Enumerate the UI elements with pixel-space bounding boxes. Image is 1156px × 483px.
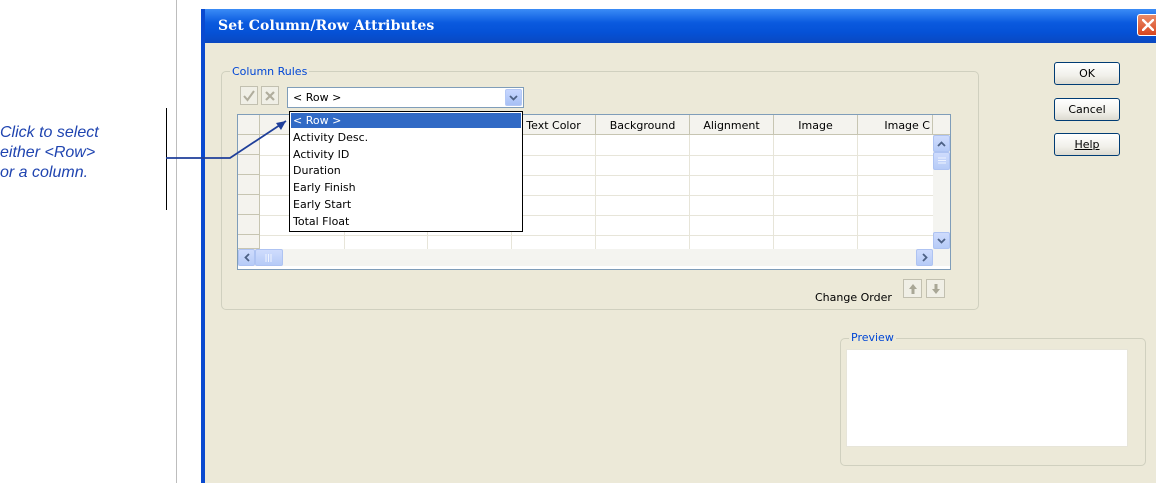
chevron-down-icon bbox=[937, 237, 946, 244]
scroll-thumb-horizontal[interactable] bbox=[255, 249, 283, 266]
selector-dropdown-button[interactable] bbox=[505, 89, 522, 106]
preview-area bbox=[846, 349, 1128, 447]
selector-dropdown-list[interactable]: < Row > Activity Desc. Activity ID Durat… bbox=[289, 111, 523, 232]
ok-button[interactable]: OK bbox=[1054, 62, 1120, 85]
grid-line bbox=[689, 135, 690, 249]
dropdown-option-duration[interactable]: Duration bbox=[291, 163, 521, 178]
column-header-image[interactable]: Image bbox=[774, 115, 858, 135]
title-bar: Set Column/Row Attributes bbox=[205, 9, 1156, 43]
grid-line bbox=[260, 235, 933, 236]
chevron-right-icon bbox=[921, 253, 928, 262]
row-column-selector[interactable]: < Row > bbox=[287, 87, 524, 108]
column-header-alignment[interactable]: Alignment bbox=[690, 115, 774, 135]
chevron-up-icon bbox=[937, 140, 946, 147]
cancel-button[interactable]: Cancel bbox=[1054, 98, 1120, 121]
preview-label: Preview bbox=[849, 331, 896, 344]
horizontal-scrollbar[interactable] bbox=[238, 249, 950, 266]
grip-icon bbox=[937, 157, 946, 164]
arrow-up-icon bbox=[908, 283, 917, 294]
arrow-down-icon bbox=[931, 283, 940, 294]
close-button[interactable] bbox=[1137, 14, 1156, 36]
dropdown-option-early-finish[interactable]: Early Finish bbox=[291, 180, 521, 195]
scroll-left-button[interactable] bbox=[238, 249, 255, 266]
move-down-button[interactable] bbox=[926, 279, 945, 298]
help-button[interactable]: Help bbox=[1054, 133, 1120, 156]
grid-line bbox=[595, 135, 596, 249]
grid-line bbox=[857, 135, 858, 249]
dropdown-option-row[interactable]: < Row > bbox=[291, 113, 521, 128]
dropdown-option-activity-desc[interactable]: Activity Desc. bbox=[291, 130, 521, 145]
scroll-right-button[interactable] bbox=[916, 249, 933, 266]
column-header-text-color[interactable]: Text Color bbox=[512, 115, 596, 135]
scroll-up-button[interactable] bbox=[933, 135, 950, 152]
callout-leader-line bbox=[166, 120, 287, 159]
dropdown-option-total-float[interactable]: Total Float bbox=[291, 214, 521, 229]
chevron-left-icon bbox=[243, 253, 250, 262]
close-icon bbox=[1142, 19, 1154, 31]
vertical-scrollbar[interactable] bbox=[933, 135, 950, 249]
chevron-down-icon bbox=[509, 94, 518, 101]
change-order-label: Change Order bbox=[815, 291, 892, 304]
column-header-image-c[interactable]: Image C bbox=[858, 115, 933, 135]
move-up-button[interactable] bbox=[903, 279, 922, 298]
column-header-background[interactable]: Background bbox=[596, 115, 690, 135]
grip-icon bbox=[265, 253, 272, 262]
scroll-down-button[interactable] bbox=[933, 232, 950, 249]
grid-line bbox=[773, 135, 774, 249]
row-selector[interactable] bbox=[238, 235, 260, 249]
dropdown-option-early-start[interactable]: Early Start bbox=[291, 197, 521, 212]
selector-value: < Row > bbox=[293, 91, 342, 104]
row-selector[interactable] bbox=[238, 215, 260, 235]
dropdown-option-activity-id[interactable]: Activity ID bbox=[291, 147, 521, 162]
scroll-thumb-vertical[interactable] bbox=[933, 152, 950, 170]
